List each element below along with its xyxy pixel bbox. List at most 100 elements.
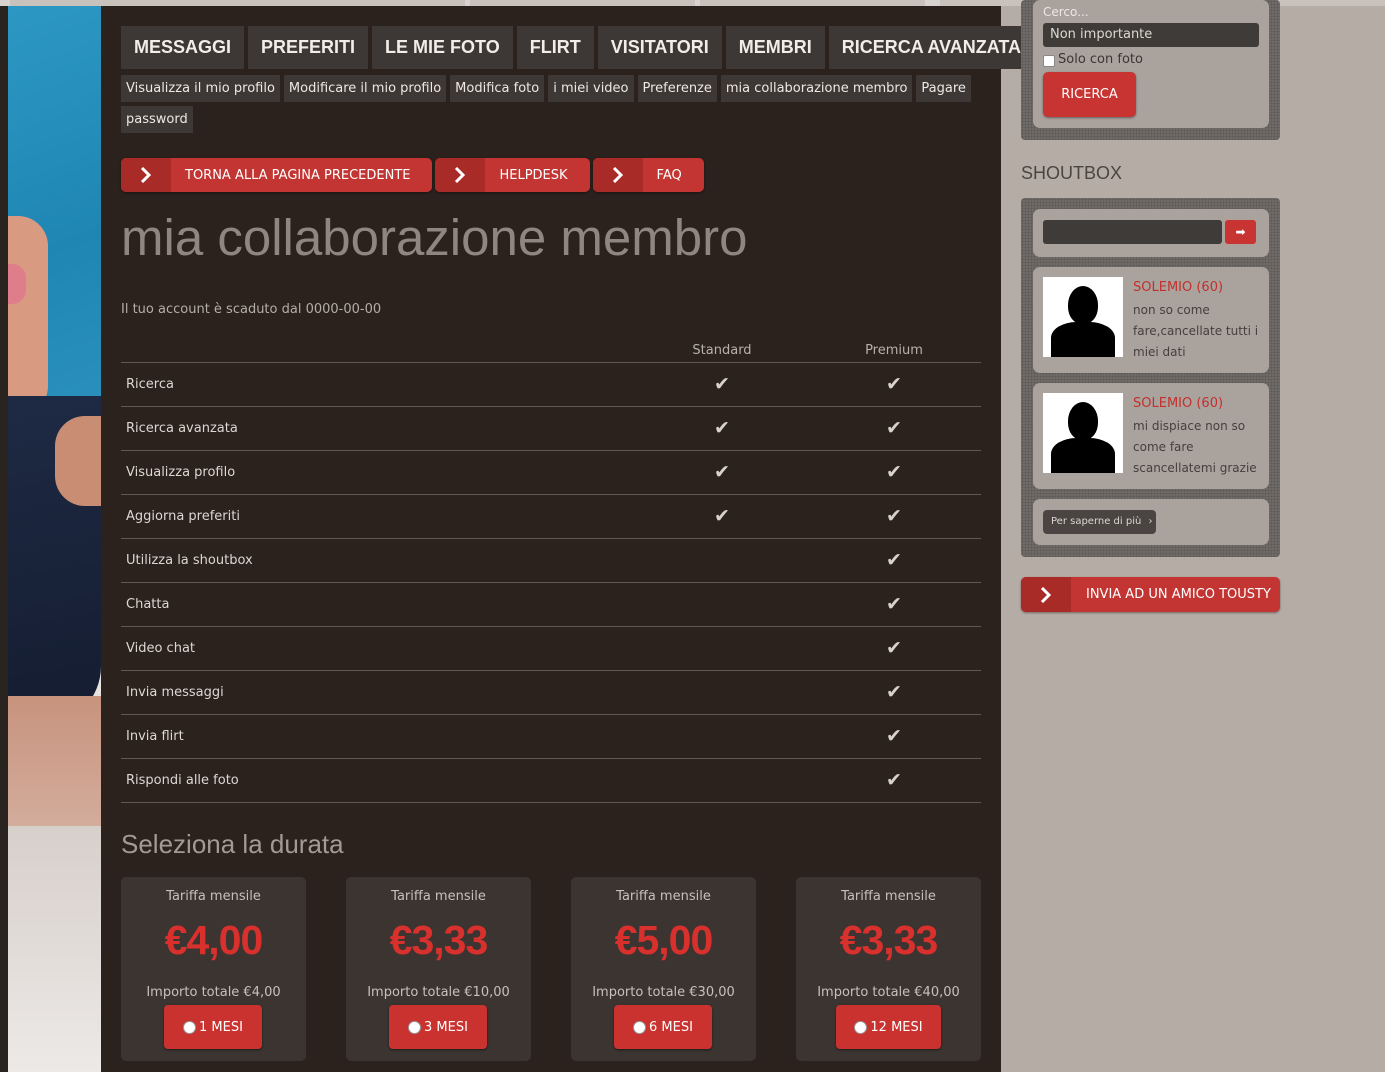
more-button[interactable]: Per saperne di più ›: [1043, 510, 1156, 534]
plans-list: Tariffa mensile €4,00 Importo totale €4,…: [121, 877, 981, 1061]
chevron-right-icon: [592, 158, 643, 192]
check-icon: ✔: [886, 373, 902, 395]
send-arrow-icon[interactable]: ➡: [1225, 220, 1256, 244]
table-row: Ricerca avanzata ✔ ✔: [121, 407, 981, 451]
plan-total: Importo totale €10,00: [367, 985, 510, 1000]
shoutbox-input[interactable]: [1043, 220, 1222, 244]
plan-price: €5,00: [614, 917, 714, 963]
plan-button-label: 1 MESI: [199, 1019, 243, 1035]
table-header: Standard Premium: [121, 342, 981, 363]
menu-item-ricerca-avanzata[interactable]: RICERCA AVANZATA: [828, 26, 1035, 69]
menu-item-flirt[interactable]: FLIRT: [516, 26, 594, 69]
check-icon: ✔: [886, 549, 902, 571]
submenu-my-videos[interactable]: i miei video: [548, 75, 634, 102]
plan-select-button[interactable]: 6 MESI: [614, 1005, 712, 1049]
submenu-password[interactable]: password: [121, 106, 193, 133]
radio-icon[interactable]: [408, 1020, 422, 1034]
plan-select-button[interactable]: 3 MESI: [389, 1005, 487, 1049]
seeking-select[interactable]: Non importante: [1043, 23, 1259, 47]
chevron-right-icon: [121, 158, 171, 192]
submenu-membership[interactable]: mia collaborazione membro: [720, 75, 913, 102]
back-button[interactable]: TORNA ALLA PAGINA PRECEDENTE: [121, 158, 433, 192]
plan-price: €3,33: [389, 917, 489, 963]
table-row: Rispondi alle foto ✔: [121, 759, 981, 803]
submenu-view-profile[interactable]: Visualizza il mio profilo: [121, 75, 280, 102]
plan-total: Importo totale €40,00: [817, 985, 960, 1000]
plan-card: Tariffa mensile €5,00 Importo totale €30…: [571, 877, 756, 1061]
faq-button-label: FAQ: [656, 167, 682, 183]
plan-card: Tariffa mensile €4,00 Importo totale €4,…: [121, 877, 306, 1061]
check-icon: ✔: [886, 681, 902, 703]
shout-text: mi dispiace non so come fare scancellate…: [1133, 419, 1257, 475]
faq-button[interactable]: FAQ: [592, 158, 704, 192]
table-row: Invia messaggi ✔: [121, 671, 981, 715]
shout-author[interactable]: SOLEMIO (60): [1133, 280, 1223, 295]
table-body: Ricerca ✔ ✔ Ricerca avanzata ✔ ✔ Visualizza pr…: [121, 363, 981, 803]
main-menu: MESSAGGI PREFERITI LE MIE FOTO FLIRT VIS…: [121, 26, 1035, 69]
check-icon: ✔: [886, 637, 902, 659]
check-icon: ✔: [886, 769, 902, 791]
table-row: Aggiorna preferiti ✔ ✔: [121, 495, 981, 539]
table-row: Invia flirt ✔: [121, 715, 981, 759]
photo-only-checkbox[interactable]: [1043, 55, 1055, 67]
submenu-edit-photos[interactable]: Modifica foto: [450, 75, 545, 102]
column-header-premium: Premium: [865, 343, 923, 358]
column-header-standard: Standard: [692, 343, 752, 358]
radio-icon[interactable]: [183, 1020, 197, 1034]
feature-name: Rispondi alle foto: [126, 773, 239, 788]
account-status-text: Il tuo account è scaduto dal 0000-00-00: [121, 302, 382, 317]
helpdesk-button-label: HELPDESK: [499, 167, 568, 183]
plan-button-label: 3 MESI: [424, 1019, 468, 1035]
check-icon: ✔: [886, 593, 902, 615]
shoutbox-title: SHOUTBOX: [1021, 163, 1123, 183]
menu-item-preferiti[interactable]: PREFERITI: [248, 26, 369, 69]
menu-item-le-mie-foto[interactable]: LE MIE FOTO: [372, 26, 513, 69]
avatar[interactable]: [1043, 393, 1123, 473]
check-icon: ✔: [886, 417, 902, 439]
table-row: Visualizza profilo ✔ ✔: [121, 451, 981, 495]
check-icon: ✔: [714, 505, 730, 527]
plan-card: Tariffa mensile €3,33 Importo totale €10…: [346, 877, 531, 1061]
radio-icon[interactable]: [854, 1020, 868, 1034]
table-row: Chatta ✔: [121, 583, 981, 627]
main-panel: MESSAGGI PREFERITI LE MIE FOTO FLIRT VIS…: [101, 6, 1035, 1072]
plan-price: €4,00: [164, 917, 264, 963]
plan-monthly-label: Tariffa mensile: [616, 889, 711, 904]
shout-text: non so come fare,cancellate tutti i miei…: [1133, 303, 1259, 359]
chevron-right-icon: ›: [1148, 516, 1153, 527]
photo-only-label: Solo con foto: [1058, 52, 1143, 67]
duration-title: Seleziona la durata: [121, 829, 344, 859]
plan-monthly-label: Tariffa mensile: [166, 889, 261, 904]
submenu-pay[interactable]: Pagare: [916, 75, 971, 102]
chevron-right-icon: [435, 158, 486, 192]
cerco-label: Cerco...: [1043, 5, 1089, 19]
helpdesk-button[interactable]: HELPDESK: [435, 158, 590, 192]
menu-item-visitatori[interactable]: VISITATORI: [597, 26, 722, 69]
check-icon: ✔: [886, 461, 902, 483]
feature-name: Chatta: [126, 597, 170, 612]
feature-name: Utilizza la shoutbox: [126, 553, 253, 568]
submenu-edit-profile[interactable]: Modificare il mio profilo: [283, 75, 447, 102]
menu-item-messaggi[interactable]: MESSAGGI: [121, 26, 245, 69]
back-button-label: TORNA ALLA PAGINA PRECEDENTE: [185, 167, 411, 183]
plan-select-button[interactable]: 12 MESI: [836, 1005, 941, 1049]
features-table: Standard Premium Ricerca ✔ ✔ Ricerca avanza…: [121, 342, 981, 803]
plan-select-button[interactable]: 1 MESI: [164, 1005, 262, 1049]
avatar[interactable]: [1043, 277, 1123, 357]
radio-icon[interactable]: [633, 1020, 647, 1034]
more-button-label: Per saperne di più: [1051, 516, 1142, 527]
feature-name: Visualizza profilo: [126, 465, 236, 480]
plan-card: Tariffa mensile €3,33 Importo totale €40…: [796, 877, 981, 1061]
table-row: Utilizza la shoutbox ✔: [121, 539, 981, 583]
feature-name: Ricerca avanzata: [126, 421, 238, 436]
submenu-preferences[interactable]: Preferenze: [637, 75, 717, 102]
search-button[interactable]: RICERCA: [1043, 72, 1136, 117]
feature-name: Invia flirt: [126, 729, 184, 744]
check-icon: ✔: [886, 725, 902, 747]
shout-author[interactable]: SOLEMIO (60): [1133, 396, 1223, 411]
menu-item-membri[interactable]: MEMBRI: [725, 26, 825, 69]
feature-name: Ricerca: [126, 377, 174, 392]
invite-friend-button[interactable]: INVIA AD UN AMICO TOUSTY: [1021, 577, 1280, 612]
plan-total: Importo totale €4,00: [146, 985, 281, 1000]
feature-name: Video chat: [126, 641, 196, 656]
